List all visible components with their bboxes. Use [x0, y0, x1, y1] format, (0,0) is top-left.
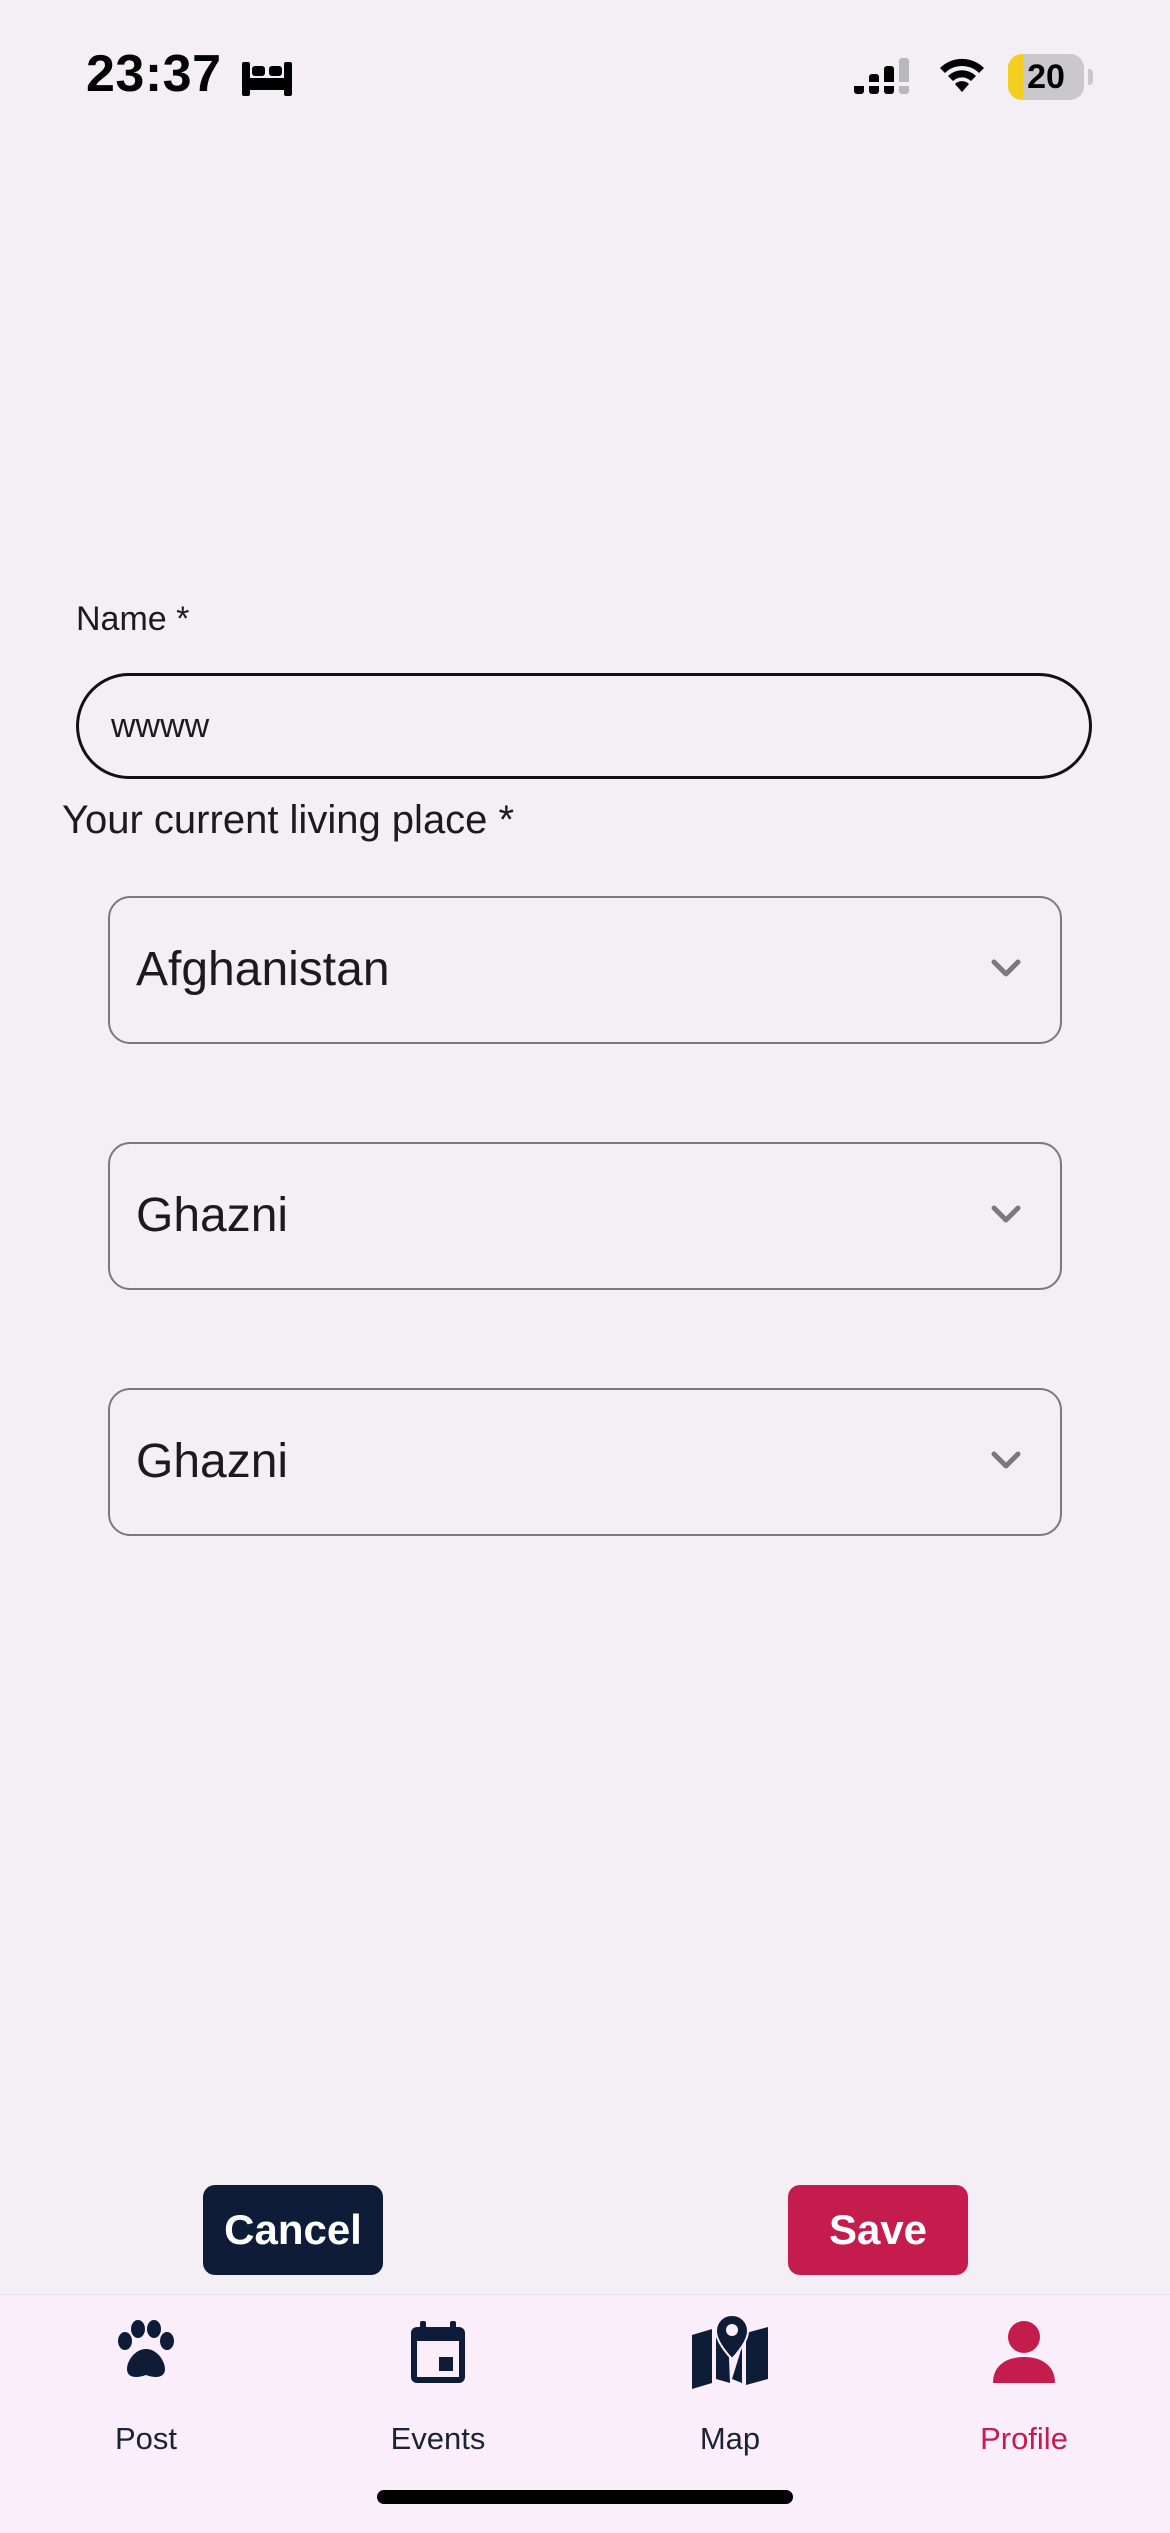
nav-item-map[interactable]: Map	[584, 2295, 876, 2475]
nav-label-profile: Profile	[980, 2421, 1068, 2456]
cancel-button[interactable]: Cancel	[203, 2185, 383, 2275]
province-select-value: Ghazni	[136, 1189, 289, 1242]
bed-icon	[242, 62, 292, 96]
nav-item-events[interactable]: Events	[292, 2295, 584, 2475]
city-select-value: Ghazni	[136, 1435, 289, 1488]
nav-label-post: Post	[114, 2421, 178, 2456]
name-input[interactable]: wwww	[76, 673, 1092, 779]
country-select-value: Afghanistan	[136, 943, 390, 996]
country-select[interactable]: Afghanistan	[108, 896, 1062, 1044]
battery-level: 20	[1027, 58, 1065, 96]
status-time: 23:37	[86, 45, 222, 103]
nav-item-profile[interactable]: Profile	[878, 2295, 1170, 2475]
province-select[interactable]: Ghazni	[108, 1142, 1062, 1290]
home-indicator	[377, 2490, 793, 2504]
nav-label-map: Map	[699, 2421, 761, 2456]
nav-label-events: Events	[390, 2421, 486, 2456]
map-icon	[692, 2313, 768, 2389]
nav-item-post[interactable]: Post	[0, 2295, 292, 2475]
paw-icon	[118, 2320, 174, 2377]
chevron-down-icon	[991, 1205, 1021, 1223]
status-bar: 23:37 20	[0, 0, 1170, 150]
living-place-label: Your current living place *	[62, 798, 515, 842]
cellular-signal-icon	[854, 58, 909, 94]
save-button[interactable]: Save	[788, 2185, 968, 2275]
wifi-icon	[940, 58, 984, 92]
chevron-down-icon	[991, 1451, 1021, 1469]
name-input-value: wwww	[111, 707, 210, 745]
calendar-icon	[411, 2321, 465, 2383]
city-select[interactable]: Ghazni	[108, 1388, 1062, 1536]
person-icon	[993, 2321, 1055, 2383]
battery-icon: 20	[1008, 54, 1093, 100]
name-label: Name *	[76, 600, 190, 638]
chevron-down-icon	[991, 959, 1021, 977]
